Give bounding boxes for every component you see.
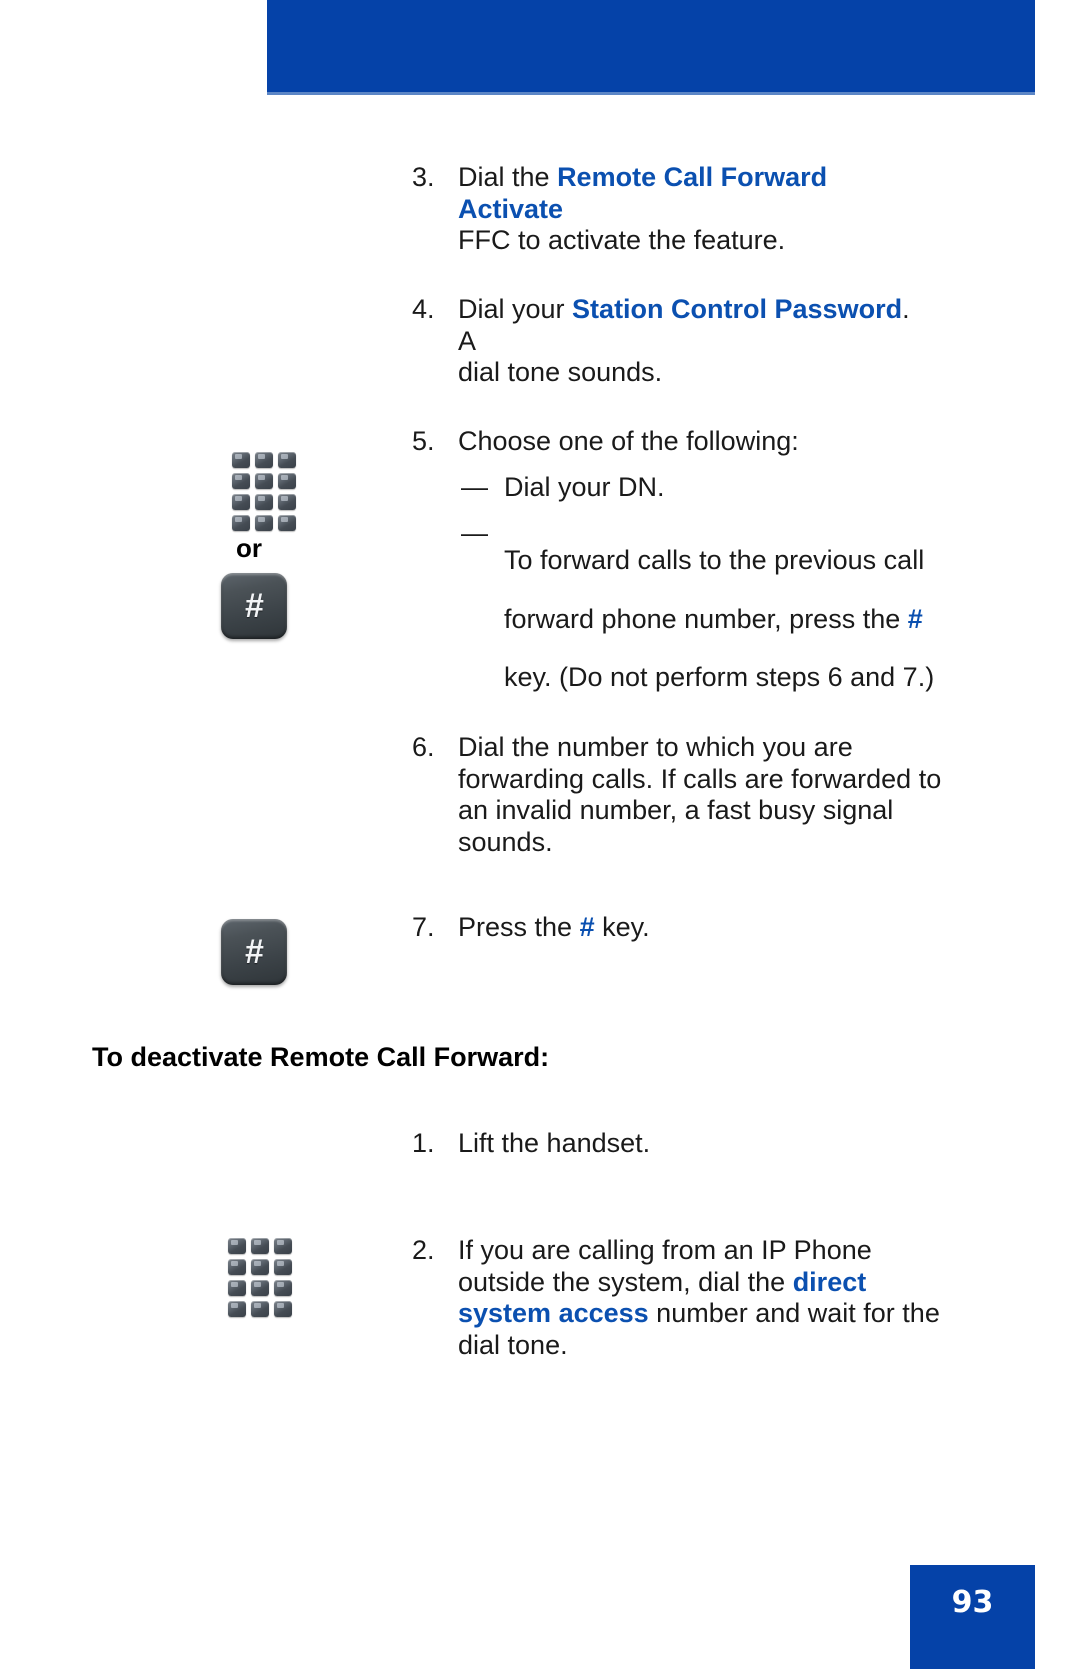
step-4-line-1: Dial your Station Control Password. A [458, 294, 932, 357]
hash-key-icon: # [221, 573, 287, 639]
deactivate-step-1-number: 1. [412, 1128, 435, 1158]
deactivate-step-2-line-2: outside the system, dial the direct [458, 1267, 942, 1299]
step-5-option-2-line-2: forward phone number, press the # [504, 604, 941, 636]
step-3-text-pre: Dial the [458, 162, 558, 192]
dialpad-key [228, 1238, 246, 1254]
step-7-text-post: key. [594, 912, 650, 942]
dialpad-key [228, 1259, 246, 1275]
step-6-line-2: forwarding calls. If calls are forwarded… [458, 763, 942, 794]
step-3-line-1: Dial the Remote Call Forward Activate [458, 162, 932, 225]
deactivate-step-2-body: If you are calling from an IP Phone outs… [458, 1235, 942, 1361]
step-7: 7. Press the # key. [412, 912, 862, 944]
step-5-option-2: — To forward calls to the previous call … [461, 518, 941, 721]
step-6: 6. Dial the number to which you are forw… [412, 732, 942, 858]
dialpad-key [228, 1280, 246, 1296]
dialpad-key [251, 1238, 269, 1254]
deactivate-step-2-number: 2. [412, 1235, 435, 1265]
page-content: 3. Dial the Remote Call Forward Activate… [0, 0, 1080, 1669]
hash-symbol: # [579, 912, 595, 942]
step-4-line-2: dial tone sounds. [458, 357, 663, 387]
dialpad-icon [228, 1238, 292, 1317]
deactivate-step-2-line-2-pre: outside the system, dial the [458, 1266, 793, 1297]
step-5: 5. Choose one of the following: [412, 426, 932, 458]
step-6-line-4: sounds. [458, 826, 553, 857]
hash-key-glyph: # [244, 933, 264, 971]
step-6-line-3: an invalid number, a fast busy signal [458, 795, 894, 825]
dialpad-key [278, 452, 296, 468]
deactivate-step-2-keyword-1: direct [792, 1266, 867, 1297]
step-6-number: 6. [412, 732, 435, 762]
dialpad-key [278, 515, 296, 531]
step-3-number: 3. [412, 162, 435, 192]
step-5-body: Choose one of the following: [458, 426, 799, 456]
deactivate-step-1-body: Lift the handset. [458, 1128, 651, 1158]
step-3-line-2: FFC to activate the feature. [458, 225, 786, 255]
hash-key-icon: # [221, 919, 287, 985]
dialpad-key [251, 1259, 269, 1275]
dialpad-icon [232, 452, 296, 531]
step-5-number: 5. [412, 426, 435, 456]
dialpad-key [278, 473, 296, 489]
dialpad-key [232, 452, 250, 468]
deactivate-step-2-line-3-post: number and wait for the [648, 1298, 940, 1328]
step-5-option-2-line-2-pre: forward phone number, press the [504, 603, 908, 634]
dialpad-key [255, 515, 273, 531]
step-6-body: Dial the number to which you are forward… [458, 732, 942, 858]
step-5-option-1: — Dial your DN. [461, 472, 931, 504]
deactivate-step-2-line-4: dial tone. [458, 1329, 568, 1360]
step-7-body: Press the # key. [458, 912, 862, 944]
step-4-number: 4. [412, 294, 435, 324]
step-7-number: 7. [412, 912, 435, 942]
dialpad-key [274, 1259, 292, 1275]
step-5-option-2-line-1: To forward calls to the previous call [504, 545, 925, 575]
deactivate-step-2-line-3: system access number and wait for the [458, 1298, 942, 1330]
or-label: or [236, 533, 262, 563]
step-7-text-pre: Press the [458, 912, 580, 942]
dialpad-key [255, 452, 273, 468]
step-4-text-pre: Dial your [458, 294, 573, 324]
dialpad-key [251, 1301, 269, 1317]
dialpad-key [274, 1238, 292, 1254]
dialpad-key [274, 1301, 292, 1317]
page-number: 93 [951, 1585, 994, 1620]
dialpad-key [255, 473, 273, 489]
dialpad-key [274, 1280, 292, 1296]
step-4-keyword: Station Control Password [572, 294, 903, 324]
step-5-option-2-text: To forward calls to the previous call fo… [504, 518, 941, 721]
deactivate-step-2-keyword-2: system access [458, 1298, 649, 1328]
page-number-box: 93 [910, 1565, 1035, 1669]
step-3-body: Dial the Remote Call Forward Activate FF… [458, 162, 932, 257]
em-dash-icon: — [461, 518, 488, 548]
dialpad-key [228, 1301, 246, 1317]
deactivate-step-2-line-1: If you are calling from an IP Phone [458, 1235, 872, 1265]
dialpad-key [278, 494, 296, 510]
dialpad-key [232, 515, 250, 531]
step-5-option-1-text: Dial your DN. [504, 472, 665, 502]
dialpad-key [232, 494, 250, 510]
step-6-line-1: Dial the number to which you are [458, 732, 853, 762]
step-3: 3. Dial the Remote Call Forward Activate… [412, 162, 932, 257]
hash-symbol: # [907, 603, 923, 634]
em-dash-icon: — [461, 472, 488, 502]
deactivate-step-1: 1. Lift the handset. [412, 1128, 862, 1160]
step-4-body: Dial your Station Control Password. A di… [458, 294, 932, 389]
deactivate-step-2: 2. If you are calling from an IP Phone o… [412, 1235, 942, 1361]
dialpad-key [251, 1280, 269, 1296]
dialpad-key [232, 473, 250, 489]
hash-key-glyph: # [244, 587, 264, 625]
step-4: 4. Dial your Station Control Password. A… [412, 294, 932, 389]
section-heading-deactivate: To deactivate Remote Call Forward: [92, 1042, 550, 1072]
step-5-option-2-line-3: key. (Do not perform steps 6 and 7.) [504, 662, 935, 692]
dialpad-key [255, 494, 273, 510]
